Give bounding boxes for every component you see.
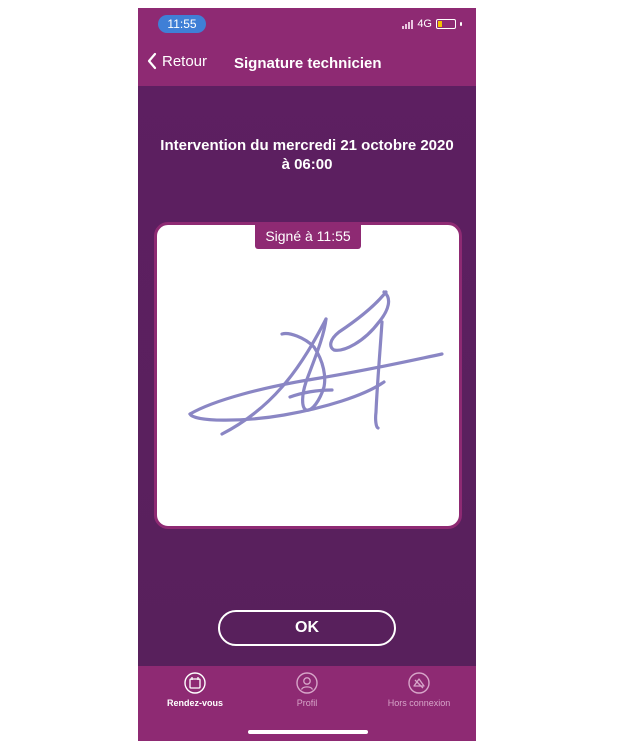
user-icon bbox=[296, 672, 318, 694]
chevron-left-icon bbox=[147, 52, 157, 70]
tab-profil-label: Profil bbox=[296, 698, 318, 708]
page-title: Signature technicien bbox=[234, 55, 382, 72]
home-indicator[interactable] bbox=[248, 730, 368, 734]
tab-hors-connexion-label: Hors connexion bbox=[387, 698, 451, 708]
tab-profil[interactable]: Profil bbox=[251, 672, 363, 708]
network-label: 4G bbox=[417, 18, 432, 30]
signal-icon bbox=[402, 19, 414, 29]
back-label: Retour bbox=[162, 52, 208, 70]
tab-rendez-vous-label: Rendez-vous bbox=[166, 698, 223, 708]
status-indicators: 4G bbox=[402, 18, 462, 30]
battery-icon bbox=[436, 19, 456, 29]
offline-icon bbox=[408, 672, 430, 694]
tab-hors-connexion[interactable]: Hors connexion bbox=[363, 672, 475, 708]
signed-time-badge: Signé à 11:55 bbox=[255, 223, 361, 249]
battery-nub bbox=[460, 22, 462, 26]
phone-screen: 11:55 4G Retour Signature technicien Int… bbox=[138, 8, 476, 741]
calendar-icon bbox=[184, 672, 206, 694]
signature-drawing bbox=[188, 290, 444, 436]
ok-button[interactable]: OK bbox=[218, 610, 396, 646]
intervention-title-line2: à 06:00 bbox=[281, 156, 333, 173]
tab-rendez-vous[interactable]: Rendez-vous bbox=[139, 672, 251, 708]
intervention-title: Intervention du mercredi 21 octobre 2020… bbox=[138, 136, 476, 174]
status-bar: 11:55 4G bbox=[138, 8, 476, 40]
intervention-title-line1: Intervention du mercredi 21 octobre 2020 bbox=[160, 137, 454, 154]
back-button[interactable]: Retour bbox=[146, 52, 207, 70]
navigation-bar: Retour Signature technicien bbox=[138, 40, 476, 86]
main-content: Intervention du mercredi 21 octobre 2020… bbox=[138, 86, 476, 666]
status-time: 11:55 bbox=[158, 15, 206, 33]
